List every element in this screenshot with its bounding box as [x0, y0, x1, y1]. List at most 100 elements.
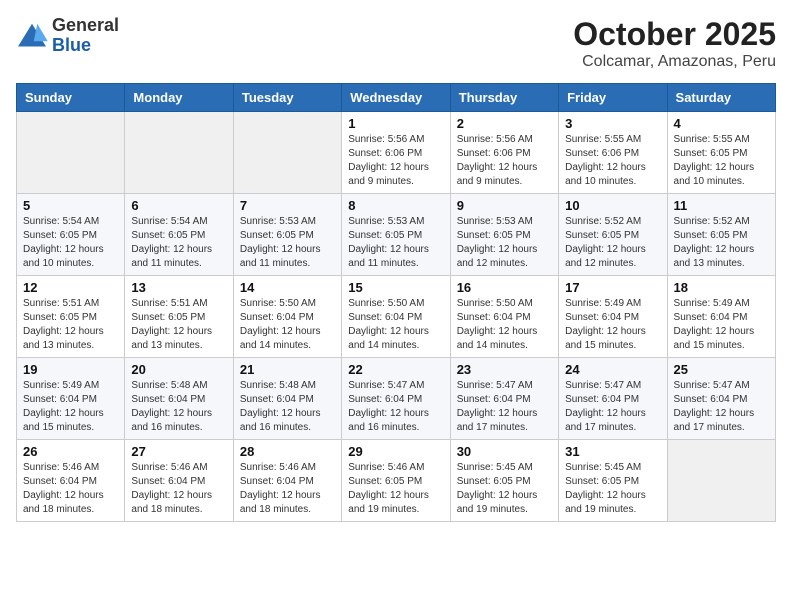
day-info: Sunrise: 5:49 AM Sunset: 6:04 PM Dayligh…	[23, 379, 118, 435]
day-number: 24	[565, 362, 660, 377]
day-number: 15	[348, 280, 443, 295]
day-number: 2	[457, 116, 552, 131]
day-number: 16	[457, 280, 552, 295]
calendar-day-cell: 16Sunrise: 5:50 AM Sunset: 6:04 PM Dayli…	[450, 276, 558, 358]
day-info: Sunrise: 5:47 AM Sunset: 6:04 PM Dayligh…	[674, 379, 769, 435]
day-number: 7	[240, 198, 335, 213]
day-info: Sunrise: 5:46 AM Sunset: 6:05 PM Dayligh…	[348, 461, 443, 517]
logo: General Blue	[16, 16, 119, 56]
calendar-day-cell: 18 Sunrise: 5:49 AM Sunset: 6:04 PM Dayli…	[667, 276, 775, 358]
day-info: Sunrise: 5:46 AM Sunset: 6:04 PM Dayligh…	[131, 461, 226, 517]
calendar-day-cell: 21Sunrise: 5:48 AM Sunset: 6:04 PM Dayli…	[233, 358, 341, 440]
calendar-week-row: 1 Sunrise: 5:56 AM Sunset: 6:06 PM Daylig…	[17, 112, 776, 194]
day-number: 10	[565, 198, 660, 213]
calendar-day-cell: 19 Sunrise: 5:49 AM Sunset: 6:04 PM Dayli…	[17, 358, 125, 440]
calendar-day-cell: 13Sunrise: 5:51 AM Sunset: 6:05 PM Dayli…	[125, 276, 233, 358]
day-number: 19	[23, 362, 118, 377]
day-number: 23	[457, 362, 552, 377]
day-info: Sunrise: 5:45 AM Sunset: 6:05 PM Dayligh…	[457, 461, 552, 517]
calendar-day-cell: 30 Sunrise: 5:45 AM Sunset: 6:05 PM Dayli…	[450, 440, 558, 522]
day-info: Sunrise: 5:47 AM Sunset: 6:04 PM Dayligh…	[457, 379, 552, 435]
calendar-day-cell: 17 Sunrise: 5:49 AM Sunset: 6:04 PM Dayli…	[559, 276, 667, 358]
day-number: 25	[674, 362, 769, 377]
calendar-week-row: 5 Sunrise: 5:54 AM Sunset: 6:05 PM Daylig…	[17, 194, 776, 276]
weekday-header: Thursday	[450, 84, 558, 112]
calendar-day-cell	[667, 440, 775, 522]
day-info: Sunrise: 5:50 AM Sunset: 6:04 PM Dayligh…	[240, 297, 335, 353]
weekday-header: Friday	[559, 84, 667, 112]
calendar-day-cell: 8Sunrise: 5:53 AM Sunset: 6:05 PM Daylig…	[342, 194, 450, 276]
weekday-header: Monday	[125, 84, 233, 112]
day-info: Sunrise: 5:52 AM Sunset: 6:05 PM Dayligh…	[565, 215, 660, 271]
calendar-day-cell: 24 Sunrise: 5:47 AM Sunset: 6:04 PM Dayli…	[559, 358, 667, 440]
day-info: Sunrise: 5:48 AM Sunset: 6:04 PM Dayligh…	[240, 379, 335, 435]
calendar-day-cell: 1 Sunrise: 5:56 AM Sunset: 6:06 PM Daylig…	[342, 112, 450, 194]
day-number: 17	[565, 280, 660, 295]
calendar-day-cell: 31 Sunrise: 5:45 AM Sunset: 6:05 PM Dayli…	[559, 440, 667, 522]
day-number: 31	[565, 444, 660, 459]
day-info: Sunrise: 5:49 AM Sunset: 6:04 PM Dayligh…	[674, 297, 769, 353]
calendar-day-cell: 15Sunrise: 5:50 AM Sunset: 6:04 PM Dayli…	[342, 276, 450, 358]
calendar-table: SundayMondayTuesdayWednesdayThursdayFrid…	[16, 83, 776, 522]
day-info: Sunrise: 5:51 AM Sunset: 6:05 PM Dayligh…	[131, 297, 226, 353]
day-number: 8	[348, 198, 443, 213]
day-info: Sunrise: 5:46 AM Sunset: 6:04 PM Dayligh…	[23, 461, 118, 517]
day-number: 27	[131, 444, 226, 459]
logo-icon	[16, 22, 48, 50]
day-info: Sunrise: 5:53 AM Sunset: 6:05 PM Dayligh…	[240, 215, 335, 271]
logo-general: General	[52, 16, 119, 36]
day-info: Sunrise: 5:56 AM Sunset: 6:06 PM Dayligh…	[348, 133, 443, 189]
calendar-day-cell: 12Sunrise: 5:51 AM Sunset: 6:05 PM Dayli…	[17, 276, 125, 358]
day-info: Sunrise: 5:45 AM Sunset: 6:05 PM Dayligh…	[565, 461, 660, 517]
calendar-day-cell: 4 Sunrise: 5:55 AM Sunset: 6:05 PM Daylig…	[667, 112, 775, 194]
calendar-day-cell: 7 Sunrise: 5:53 AM Sunset: 6:05 PM Daylig…	[233, 194, 341, 276]
weekday-header: Wednesday	[342, 84, 450, 112]
day-info: Sunrise: 5:54 AM Sunset: 6:05 PM Dayligh…	[131, 215, 226, 271]
day-number: 14	[240, 280, 335, 295]
day-number: 18	[674, 280, 769, 295]
day-info: Sunrise: 5:48 AM Sunset: 6:04 PM Dayligh…	[131, 379, 226, 435]
day-info: Sunrise: 5:53 AM Sunset: 6:05 PM Dayligh…	[457, 215, 552, 271]
day-number: 6	[131, 198, 226, 213]
day-number: 22	[348, 362, 443, 377]
calendar-day-cell: 28Sunrise: 5:46 AM Sunset: 6:04 PM Dayli…	[233, 440, 341, 522]
day-number: 9	[457, 198, 552, 213]
day-info: Sunrise: 5:56 AM Sunset: 6:06 PM Dayligh…	[457, 133, 552, 189]
day-number: 30	[457, 444, 552, 459]
calendar-day-cell: 10 Sunrise: 5:52 AM Sunset: 6:05 PM Dayli…	[559, 194, 667, 276]
calendar-week-row: 12Sunrise: 5:51 AM Sunset: 6:05 PM Dayli…	[17, 276, 776, 358]
day-info: Sunrise: 5:49 AM Sunset: 6:04 PM Dayligh…	[565, 297, 660, 353]
day-number: 29	[348, 444, 443, 459]
calendar-day-cell: 9 Sunrise: 5:53 AM Sunset: 6:05 PM Daylig…	[450, 194, 558, 276]
day-info: Sunrise: 5:47 AM Sunset: 6:04 PM Dayligh…	[565, 379, 660, 435]
calendar-day-cell	[17, 112, 125, 194]
calendar-header-row: SundayMondayTuesdayWednesdayThursdayFrid…	[17, 84, 776, 112]
calendar-day-cell: 20Sunrise: 5:48 AM Sunset: 6:04 PM Dayli…	[125, 358, 233, 440]
calendar-day-cell: 22Sunrise: 5:47 AM Sunset: 6:04 PM Dayli…	[342, 358, 450, 440]
day-info: Sunrise: 5:55 AM Sunset: 6:06 PM Dayligh…	[565, 133, 660, 189]
day-number: 1	[348, 116, 443, 131]
location-title: Colcamar, Amazonas, Peru	[573, 53, 776, 71]
day-number: 5	[23, 198, 118, 213]
calendar-week-row: 26Sunrise: 5:46 AM Sunset: 6:04 PM Dayli…	[17, 440, 776, 522]
calendar-day-cell: 23 Sunrise: 5:47 AM Sunset: 6:04 PM Dayli…	[450, 358, 558, 440]
logo-blue: Blue	[52, 36, 119, 56]
day-number: 4	[674, 116, 769, 131]
day-info: Sunrise: 5:52 AM Sunset: 6:05 PM Dayligh…	[674, 215, 769, 271]
calendar-day-cell: 2 Sunrise: 5:56 AM Sunset: 6:06 PM Daylig…	[450, 112, 558, 194]
month-title: October 2025	[573, 16, 776, 53]
calendar-day-cell: 25 Sunrise: 5:47 AM Sunset: 6:04 PM Dayli…	[667, 358, 775, 440]
calendar-day-cell: 5Sunrise: 5:54 AM Sunset: 6:05 PM Daylig…	[17, 194, 125, 276]
weekday-header: Sunday	[17, 84, 125, 112]
calendar-day-cell	[125, 112, 233, 194]
calendar-day-cell: 14 Sunrise: 5:50 AM Sunset: 6:04 PM Dayli…	[233, 276, 341, 358]
weekday-header: Saturday	[667, 84, 775, 112]
calendar-day-cell: 29 Sunrise: 5:46 AM Sunset: 6:05 PM Dayli…	[342, 440, 450, 522]
day-info: Sunrise: 5:51 AM Sunset: 6:05 PM Dayligh…	[23, 297, 118, 353]
day-number: 28	[240, 444, 335, 459]
calendar-day-cell: 26Sunrise: 5:46 AM Sunset: 6:04 PM Dayli…	[17, 440, 125, 522]
day-info: Sunrise: 5:55 AM Sunset: 6:05 PM Dayligh…	[674, 133, 769, 189]
calendar-day-cell	[233, 112, 341, 194]
page-header: General Blue October 2025 Colcamar, Amaz…	[16, 16, 776, 71]
calendar-day-cell: 3Sunrise: 5:55 AM Sunset: 6:06 PM Daylig…	[559, 112, 667, 194]
